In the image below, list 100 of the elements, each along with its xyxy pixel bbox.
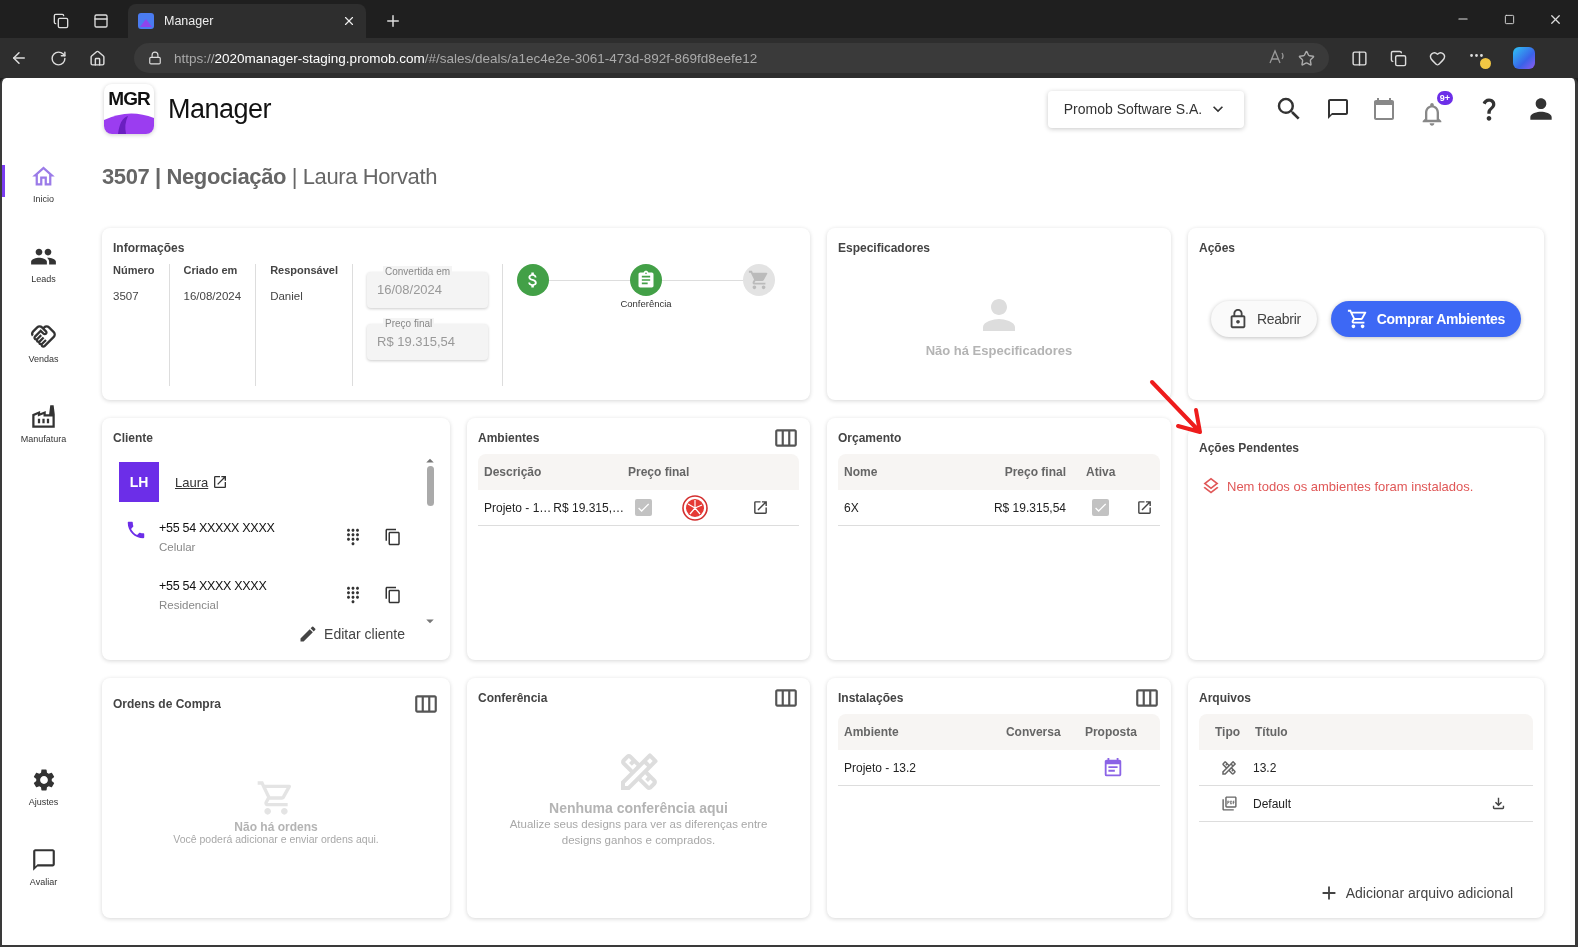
- field-value: Daniel: [270, 290, 304, 302]
- card-title: Ações Pendentes: [1199, 441, 1300, 455]
- column-header: Conversa: [1005, 725, 1062, 739]
- client-link[interactable]: Laura: [175, 474, 229, 490]
- phone-type: Celular: [159, 541, 197, 553]
- field-value: 3507: [113, 290, 140, 302]
- checkbox[interactable]: [634, 499, 652, 516]
- empty-message: Não há Especificadores: [925, 342, 1073, 358]
- star-icon[interactable]: [1298, 49, 1315, 67]
- reopen-button[interactable]: Reabrir: [1211, 301, 1317, 337]
- avatar: LH: [119, 462, 159, 502]
- copy-icon[interactable]: [384, 586, 402, 604]
- field-label: Número: [113, 264, 155, 276]
- column-header: Descrição: [484, 465, 543, 479]
- address-bar[interactable]: https://2020manager-staging.promob.com/#/sales/deals/a1ec4e2e-3061-473d-892f-869fd8eefe12: [134, 43, 1329, 73]
- column-header: Preço final: [628, 465, 691, 479]
- app-name: Manager: [168, 93, 272, 125]
- scrollbar-thumb[interactable]: [426, 466, 434, 506]
- open-icon[interactable]: [212, 474, 229, 490]
- card-title: Instalações: [838, 691, 904, 705]
- copy-icon[interactable]: [384, 528, 402, 546]
- table-cell-text: 13.2: [1253, 760, 1278, 775]
- factory-icon[interactable]: [30, 403, 57, 430]
- phone-type: Residencial: [159, 599, 220, 611]
- table-cell-text: Projeto - 1…: [484, 500, 553, 515]
- handshake-icon[interactable]: [30, 323, 57, 350]
- phone-icon: [125, 519, 147, 541]
- column-header: Nome: [844, 465, 879, 479]
- sidebar-item[interactable]: Ajustes: [2, 767, 85, 847]
- url-text: https://2020manager-staging.promob.com/#/sales/deals/a1ec4e2e-3061-473d-892f-869fd8eefe12: [174, 50, 759, 66]
- column-header: Ambiente: [844, 725, 900, 739]
- card-title: Informações: [113, 241, 185, 255]
- notes-icon[interactable]: [1102, 756, 1124, 779]
- column-header: Preço final: [1003, 465, 1066, 479]
- sidebar-item[interactable]: Inicio: [2, 163, 85, 243]
- chat-bubble-icon[interactable]: [30, 847, 57, 873]
- field-value: 16/08/2024: [183, 290, 242, 302]
- pdf-file-icon: [1220, 795, 1238, 812]
- layers-icon: [1201, 476, 1221, 496]
- back-icon[interactable]: [10, 49, 28, 67]
- app-logo: MGR: [104, 84, 154, 134]
- reload-icon[interactable]: [50, 49, 67, 67]
- design-tools-icon: [1220, 758, 1238, 777]
- card-title: Ordens de Compra: [113, 697, 222, 711]
- table-cell-text: Projeto - 13.2: [844, 760, 918, 775]
- open-icon[interactable]: [1135, 499, 1153, 516]
- sidebar-item[interactable]: Manufatura: [2, 403, 85, 483]
- card-title: Ambientes: [478, 431, 540, 445]
- card-title: Orçamento: [838, 431, 902, 445]
- card-title: Ações: [1199, 241, 1236, 255]
- empty-title: Nenhuma conferência aqui: [549, 800, 728, 816]
- home-icon[interactable]: [89, 49, 106, 67]
- lock-icon: [148, 51, 162, 65]
- app-logo-icon: [138, 13, 154, 29]
- sidebar-item[interactable]: Vendas: [2, 323, 85, 403]
- column-header: Ativa: [1085, 465, 1117, 479]
- copilot-icon[interactable]: [1513, 47, 1535, 69]
- pie-icon[interactable]: [681, 494, 708, 521]
- chat-icon[interactable]: [1326, 97, 1350, 121]
- pending-message: Nem todos os ambientes foram instalados.: [1227, 478, 1474, 494]
- column-header: Proposta: [1084, 725, 1138, 739]
- phone-number: +55 54 XXXX XXXX: [159, 579, 268, 593]
- workspaces-icon[interactable]: [53, 13, 69, 29]
- card-title: Cliente: [113, 431, 153, 445]
- checkbox[interactable]: [1091, 499, 1109, 516]
- add-file-button[interactable]: Adicionar arquivo adicional: [1317, 882, 1513, 904]
- card-title: Arquivos: [1199, 691, 1251, 705]
- new-tab-icon[interactable]: [384, 12, 402, 30]
- sidebar-item[interactable]: Avaliar: [2, 847, 85, 927]
- table-cell-text: R$ 19.315,54: [992, 500, 1066, 515]
- page-title: 3507 | Negociação | Laura Horvath: [102, 164, 437, 190]
- edit-client-button[interactable]: Editar cliente: [298, 624, 405, 644]
- maximize-icon[interactable]: [1503, 13, 1515, 25]
- empty-message: Você poderá adicionar e enviar ordens aqui.: [173, 833, 379, 845]
- table-cell: R$ 19.315,…: [553, 500, 625, 515]
- open-icon[interactable]: [751, 499, 769, 516]
- column-header: Título: [1255, 725, 1289, 739]
- tab-actions-icon[interactable]: [93, 13, 109, 29]
- buy-button[interactable]: Comprar Ambientes: [1330, 301, 1521, 337]
- heart-icon[interactable]: [1429, 49, 1446, 67]
- empty-title: Não há ordens: [234, 819, 318, 834]
- dialpad-icon[interactable]: [344, 528, 362, 546]
- split-screen-icon[interactable]: [1351, 49, 1368, 67]
- cart-icon[interactable]: [1346, 308, 1369, 330]
- table-cell-text: Default: [1253, 796, 1293, 811]
- phone-number: +55 54 XXXXX XXXX: [159, 521, 276, 535]
- step-label: Conferência: [620, 298, 672, 309]
- card-title: Especificadores: [838, 241, 931, 255]
- field-label: Responsável: [270, 264, 338, 276]
- browser-tab[interactable]: Manager: [128, 4, 366, 38]
- company-select[interactable]: Promob Software S.A.: [1048, 90, 1244, 128]
- calendar-icon[interactable]: [1372, 97, 1396, 121]
- card-title: Conferência: [478, 691, 548, 705]
- collections-icon[interactable]: [1390, 49, 1407, 67]
- sidebar-item[interactable]: Leads: [2, 243, 85, 323]
- close-icon[interactable]: [342, 14, 356, 28]
- dialpad-icon[interactable]: [344, 586, 362, 604]
- table-cell-text: 6X: [844, 500, 860, 515]
- field-label: Criado em: [183, 264, 239, 276]
- column-header: Tipo: [1215, 725, 1242, 739]
